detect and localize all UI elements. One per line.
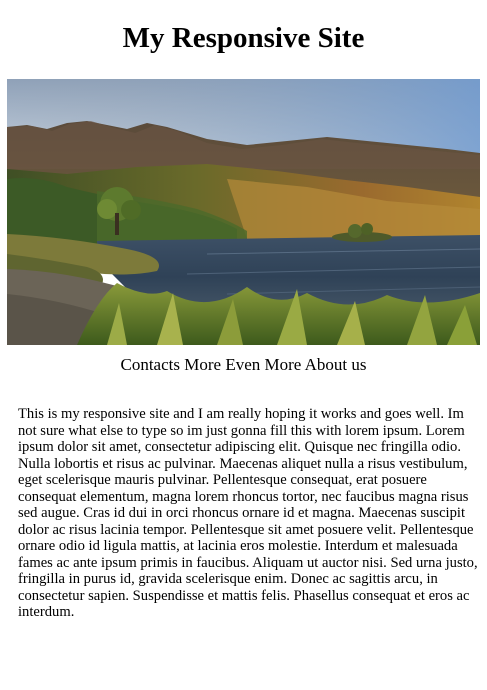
site-title: My Responsive Site <box>122 22 365 54</box>
nav-link-more[interactable]: More <box>184 355 221 374</box>
hero-image <box>7 79 480 345</box>
nav-link-even-more[interactable]: Even More <box>225 355 301 374</box>
main-nav: Contacts More Even More About us <box>0 354 487 376</box>
nav-link-about-us[interactable]: About us <box>305 355 367 374</box>
page: My Responsive Site Contacts More Even Mo… <box>0 0 487 690</box>
nav-link-contacts[interactable]: Contacts <box>120 355 180 374</box>
main-paragraph: This is my responsive site and I am real… <box>18 406 478 620</box>
